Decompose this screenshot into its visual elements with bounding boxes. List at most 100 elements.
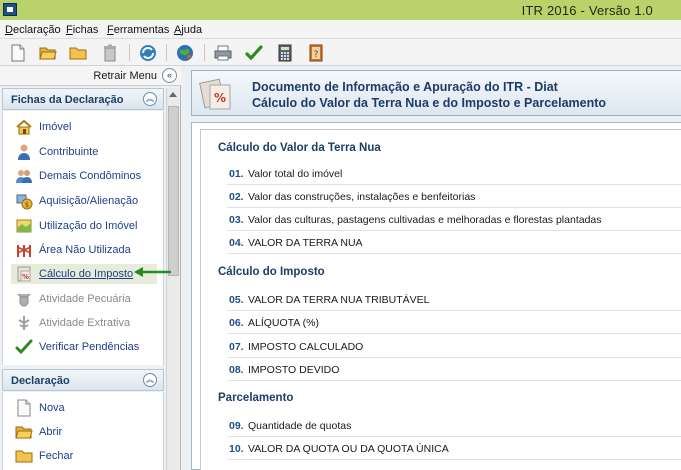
retrair-menu-bar[interactable]: Retrair Menu « xyxy=(0,66,181,86)
scrollbar-thumb[interactable] xyxy=(168,106,179,276)
form-content: Cálculo do Valor da Terra Nua 01. Valor … xyxy=(191,122,681,470)
chevron-up-icon[interactable]: ︽ xyxy=(143,92,157,106)
row-label: VALOR DA TERRA NUA xyxy=(248,237,363,249)
calculator-icon[interactable] xyxy=(275,43,295,62)
chevron-up-icon[interactable]: ︽ xyxy=(143,373,157,387)
menu-bar: Declaração Fichas Ferramentas Ajuda xyxy=(0,20,681,39)
sidebar-item-abrir[interactable]: Abrir xyxy=(13,422,163,442)
group-title-calculo-imposto: Cálculo do Imposto xyxy=(218,266,325,278)
row-label: Valor total do imóvel xyxy=(248,168,343,180)
row-label: VALOR DA QUOTA OU DA QUOTA ÚNICA xyxy=(248,443,449,455)
row-number: 01. xyxy=(229,168,244,180)
trash-icon[interactable] xyxy=(100,43,120,62)
sidebar-item-label: Nova xyxy=(39,402,65,414)
sidebar-item-fechar[interactable]: Fechar xyxy=(13,446,163,466)
check-icon[interactable] xyxy=(244,43,264,62)
sidebar-item-label: Aquisição/Alienação xyxy=(39,195,139,207)
sidebar-item-label: Demais Condôminos xyxy=(39,170,142,182)
sidebar-item-contribuinte[interactable]: Contribuinte xyxy=(13,142,163,162)
sidebar-item-label: Área Não Utilizada xyxy=(39,244,131,256)
sidebar-item-nova[interactable]: Nova xyxy=(13,398,163,418)
fichas-list: Imóvel Contribuinte Demais Condôminos $ … xyxy=(2,111,164,365)
page-header: % Documento de Informação e Apuração do … xyxy=(191,70,681,116)
collapse-left-icon[interactable]: « xyxy=(162,68,177,83)
menu-declaracao[interactable]: Declaração xyxy=(5,24,61,36)
svg-text:?: ? xyxy=(314,50,319,60)
row-02[interactable]: 02. Valor das construções, instalações e… xyxy=(227,185,681,208)
row-07[interactable]: 07. IMPOSTO CALCULADO xyxy=(227,335,681,358)
svg-text:%: % xyxy=(22,273,29,281)
open-folder-icon xyxy=(15,423,33,441)
declaracao-section-header[interactable]: Declaração ︽ xyxy=(2,369,164,391)
row-03[interactable]: 03. Valor das culturas, pastagens cultiv… xyxy=(227,208,681,231)
group-title-valor-terra-nua: Cálculo do Valor da Terra Nua xyxy=(218,142,381,154)
fence-icon xyxy=(15,241,33,259)
refresh-icon[interactable] xyxy=(138,43,158,62)
main-panel: % Documento de Informação e Apuração do … xyxy=(183,66,681,470)
sidebar-item-area-nao-utilizada[interactable]: Área Não Utilizada xyxy=(13,240,163,260)
svg-text:$: $ xyxy=(25,201,29,209)
house-icon xyxy=(15,118,33,136)
person-icon xyxy=(15,143,33,161)
row-10[interactable]: 10. VALOR DA QUOTA OU DA QUOTA ÚNICA xyxy=(227,437,681,460)
row-number: 10. xyxy=(229,443,244,455)
sidebar-item-verificar-pendencias[interactable]: Verificar Pendências xyxy=(13,337,163,357)
retrair-menu-label: Retrair Menu xyxy=(93,70,157,82)
print-icon[interactable] xyxy=(213,43,233,62)
row-05[interactable]: 05. VALOR DA TERRA NUA TRIBUTÁVEL xyxy=(227,288,681,311)
row-label: ALÍQUOTA (%) xyxy=(248,317,319,329)
sidebar-item-label: Abrir xyxy=(39,426,63,438)
toolbar: ? xyxy=(0,39,681,66)
page-title: Documento de Informação e Apuração do IT… xyxy=(252,80,558,94)
sidebar-item-imovel[interactable]: Imóvel xyxy=(13,117,163,137)
title-bar: ITR 2016 - Versão 1.0 xyxy=(0,0,681,20)
tax-percent-icon: % xyxy=(15,265,33,283)
menu-fichas[interactable]: Fichas xyxy=(66,24,98,36)
row-number: 02. xyxy=(229,191,244,203)
sidebar-item-label: Utilização do Imóvel xyxy=(39,220,138,232)
svg-text:%: % xyxy=(214,91,226,105)
sidebar-item-utilizacao-imovel[interactable]: Utilização do Imóvel xyxy=(13,216,163,236)
folder-icon[interactable] xyxy=(68,43,88,62)
globe-icon[interactable] xyxy=(175,43,195,62)
sidebar-item-aquisicao-alienacao[interactable]: $ Aquisição/Alienação xyxy=(13,191,163,211)
row-09[interactable]: 09. Quantidade de quotas xyxy=(227,414,681,437)
row-04[interactable]: 04. VALOR DA TERRA NUA xyxy=(227,231,681,254)
row-number: 07. xyxy=(229,341,244,353)
menu-ajuda[interactable]: Ajuda xyxy=(174,24,202,36)
sidebar-item-atividade-pecuaria: Atividade Pecuária xyxy=(13,289,163,309)
row-01[interactable]: 01. Valor total do imóvel xyxy=(227,162,681,185)
group-title-parcelamento: Parcelamento xyxy=(218,392,294,404)
new-document-icon[interactable] xyxy=(8,43,28,62)
scroll-up-icon[interactable] xyxy=(169,92,177,97)
help-book-icon[interactable]: ? xyxy=(306,43,326,62)
sidebar-scrollbar[interactable] xyxy=(166,88,179,470)
sidebar-item-label: Imóvel xyxy=(39,121,72,133)
sidebar-item-label: Fechar xyxy=(39,450,74,462)
window-title: ITR 2016 - Versão 1.0 xyxy=(521,3,653,18)
folder-icon xyxy=(15,447,33,465)
row-label: IMPOSTO DEVIDO xyxy=(248,364,340,376)
row-06[interactable]: 06. ALÍQUOTA (%) xyxy=(227,311,681,334)
tree-icon xyxy=(15,314,33,332)
menu-ferramentas[interactable]: Ferramentas xyxy=(107,24,169,36)
form-inner: Cálculo do Valor da Terra Nua 01. Valor … xyxy=(200,129,681,470)
people-icon xyxy=(15,167,33,185)
row-number: 08. xyxy=(229,364,244,376)
open-folder-icon[interactable] xyxy=(38,43,58,62)
row-label: VALOR DA TERRA NUA TRIBUTÁVEL xyxy=(248,294,430,306)
fichas-section-header[interactable]: Fichas da Declaração ︽ xyxy=(2,88,164,110)
check-icon xyxy=(15,338,33,356)
row-number: 05. xyxy=(229,294,244,306)
row-08[interactable]: 08. IMPOSTO DEVIDO xyxy=(227,358,681,381)
sidebar-item-demais-condominos[interactable]: Demais Condôminos xyxy=(13,166,163,186)
row-number: 04. xyxy=(229,237,244,249)
sidebar-item-label: Cálculo do Imposto xyxy=(39,268,134,280)
coin-icon: $ xyxy=(15,192,33,210)
declaracao-section-title: Declaração xyxy=(11,375,70,387)
app-icon[interactable] xyxy=(3,3,17,16)
row-label: Valor das culturas, pastagens cultivadas… xyxy=(248,214,602,226)
row-number: 09. xyxy=(229,420,244,432)
cattle-icon xyxy=(15,290,33,308)
row-label: Valor das construções, instalações e ben… xyxy=(248,191,476,203)
